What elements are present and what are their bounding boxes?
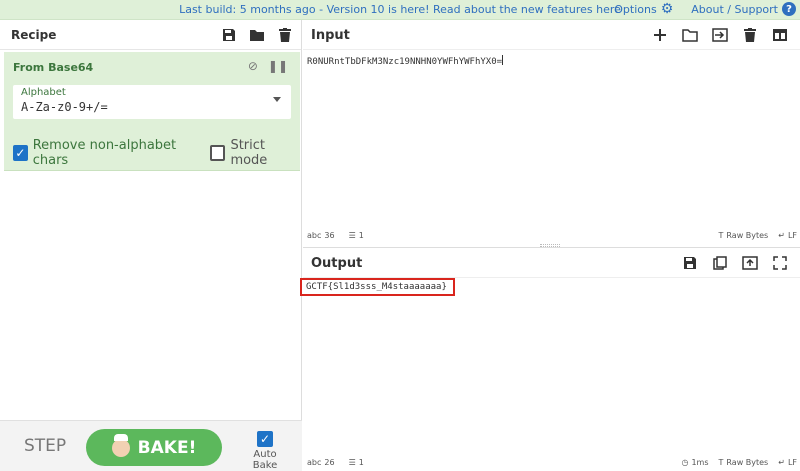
chef-icon [111,433,130,457]
recipe-pane: Recipe From Base64 ⊘ ❚❚ Alphabet A-Za-z0… [0,20,302,471]
gear-icon[interactable]: ⚙ [661,2,674,16]
notice-text: Version 10 is here! Read about the new f… [326,3,597,16]
strict-mode-checkbox[interactable] [210,145,226,161]
auto-bake-toggle[interactable]: ✓ Auto Bake [243,431,287,471]
clock-icon: ◷ [681,457,689,467]
operation-from-base64[interactable]: From Base64 ⊘ ❚❚ Alphabet A-Za-z0-9+/= ✓… [4,52,300,171]
alphabet-value: A-Za-z0-9+/= [21,100,108,114]
strict-mode-label: Strict mode [230,138,268,168]
remove-non-alphabet-checkbox[interactable]: ✓ [13,145,28,161]
step-button[interactable]: STEP [24,436,66,456]
line-count-icon: ☰ [348,230,356,240]
input-raw-bytes[interactable]: Raw Bytes [726,231,768,240]
about-support-link[interactable]: About / Support [691,3,778,16]
output-header: Output [303,248,800,278]
text-format-icon: T [718,230,724,240]
output-char-count: 26 [324,457,335,467]
operation-name: From Base64 [13,61,94,74]
alphabet-select[interactable]: Alphabet A-Za-z0-9+/= [13,85,291,119]
eol-icon: ↵ [778,457,785,467]
bake-button[interactable]: BAKE! [86,429,222,466]
bake-controls: STEP BAKE! ✓ Auto Bake [0,420,302,471]
reset-layout-icon[interactable] [772,27,788,43]
auto-bake-label: Auto Bake [252,449,278,471]
recipe-title: Recipe [11,28,57,42]
recipe-header: Recipe [0,20,301,50]
output-eol[interactable]: LF [788,458,797,467]
output-raw-bytes[interactable]: Raw Bytes [726,458,768,467]
text-cursor [502,55,504,65]
save-recipe-icon[interactable] [221,27,237,43]
notice-separator: - [315,3,327,16]
input-text-area[interactable]: R0NURntTbDFkM3Nzc19NNHN0YWFhYWFhYX0= [307,55,504,67]
input-pane: Input R0NURntTbDFkM3Nzc19NNHN0YWFhYWFhYX… [303,20,800,244]
save-output-icon[interactable] [682,255,698,271]
input-text: R0NURntTbDFkM3Nzc19NNHN0YWFhYWFhYX0= [307,57,503,67]
help-icon[interactable]: ? [782,2,796,16]
output-status-bar: abc 26 ☰ 1 ◷ 1ms T Raw Bytes ↵ LF [307,455,797,469]
bake-label: BAKE! [137,437,197,458]
last-build-link[interactable]: Last build: 5 months ago [179,3,316,16]
eol-icon: ↵ [778,230,785,240]
char-count-icon: abc [307,230,322,240]
output-title: Output [311,256,363,271]
char-count-icon: abc [307,457,322,467]
input-line-count: 1 [358,230,364,240]
input-eol[interactable]: LF [788,231,797,240]
chevron-down-icon[interactable] [273,97,281,102]
replace-input-icon[interactable] [742,255,758,271]
open-folder-import-icon[interactable] [712,27,728,43]
auto-bake-checkbox[interactable]: ✓ [257,431,273,447]
text-format-icon: T [718,457,724,467]
output-bake-time: 1ms [691,457,709,467]
clear-recipe-trash-icon[interactable] [277,27,293,43]
input-header: Input [303,20,800,50]
disable-operation-icon[interactable]: ⊘ [248,59,258,73]
clear-input-trash-icon[interactable] [742,27,758,43]
copy-output-icon[interactable] [712,255,728,271]
input-char-count: 36 [324,230,335,240]
input-title: Input [311,28,350,43]
open-file-folder-icon[interactable] [682,27,698,43]
add-tab-plus-icon[interactable] [652,27,668,43]
input-status-bar: abc 36 ☰ 1 T Raw Bytes ↵ LF [307,228,797,242]
output-result-highlight[interactable]: GCTF{Sl1d3sss_M4staaaaaaa} [300,278,455,296]
output-pane: Output GCTF{Sl1d3sss_M4staaaaaaa} abc 26 … [300,247,800,471]
update-banner: Last build: 5 months ago - Version 10 is… [0,0,800,20]
load-recipe-folder-icon[interactable] [249,27,265,43]
output-line-count: 1 [358,457,364,467]
options-link[interactable]: Options [614,3,656,16]
pause-operation-icon[interactable]: ❚❚ [268,59,288,73]
output-text: GCTF{Sl1d3sss_M4staaaaaaa} [306,282,447,292]
alphabet-label: Alphabet [21,87,66,98]
maximise-output-icon[interactable] [772,255,788,271]
line-count-icon: ☰ [348,457,356,467]
remove-non-alphabet-label: Remove non-alphabet chars [32,138,177,168]
